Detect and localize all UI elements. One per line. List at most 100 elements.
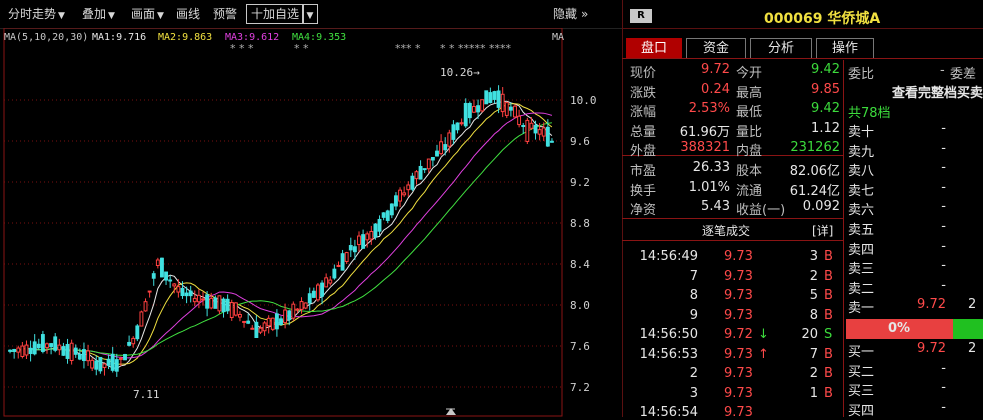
add-watchlist-button[interactable]: 十加自选 — [246, 4, 305, 24]
tick-price: 9.73 — [724, 385, 753, 401]
timeline-button[interactable]: 分时走势 ▼ — [8, 5, 65, 23]
bid-level-label: 买二 — [848, 364, 875, 380]
quote-label: 流通 — [736, 183, 763, 199]
candle — [402, 186, 407, 197]
ratio-percent: 0% — [888, 321, 911, 336]
candle — [357, 231, 361, 253]
bid-price: - — [941, 360, 946, 376]
quote-label: 最高 — [736, 85, 763, 101]
candle-body — [106, 358, 111, 366]
candle-body — [402, 192, 407, 196]
bid-price: 9.72 — [917, 341, 946, 356]
candle — [348, 237, 353, 258]
bid-price: - — [941, 399, 946, 415]
quote-panel: R 000069 华侨城A 盘口 资金 分析 操作 现价 9.72 今开 9.42 涨跌… — [622, 0, 983, 420]
candle-body — [398, 189, 402, 202]
candle-body — [287, 310, 292, 320]
candle-body — [102, 363, 107, 368]
ma-toggle[interactable]: MA — [552, 32, 564, 43]
candle — [381, 212, 386, 221]
kline-chart[interactable]: 10.0 9.6 9.2 8.8 8.4 8.0 7.6 7.2 MA(5,10,20,30)… — [0, 28, 622, 417]
candle — [279, 316, 283, 326]
quote-value: 61.24亿 — [789, 183, 840, 199]
full-depth-link[interactable]: 查看完整档买卖 — [892, 82, 983, 101]
candle — [426, 158, 431, 173]
event-marker[interactable]: * * ***** **** — [440, 42, 511, 55]
tick-side: B — [824, 366, 833, 381]
tab-funds[interactable]: 资金 — [686, 38, 746, 58]
bid-volume: 2 — [968, 341, 977, 356]
tab-orderbook[interactable]: 盘口 — [626, 38, 682, 58]
tab-operate[interactable]: 操作 — [816, 38, 874, 58]
double-chevron-right-icon: » — [581, 7, 589, 21]
candle — [61, 342, 66, 357]
candle — [53, 333, 58, 353]
candle-body — [418, 165, 423, 180]
candle — [291, 301, 296, 321]
candle — [472, 99, 476, 113]
candle — [24, 340, 29, 359]
candle — [135, 324, 140, 342]
tab-analysis[interactable]: 分析 — [750, 38, 812, 58]
ratio-bar-buy — [953, 319, 983, 339]
bid-level-label: 买四 — [848, 403, 875, 419]
event-marker[interactable]: *** * — [395, 42, 421, 55]
candles — [8, 85, 554, 377]
candle — [246, 313, 251, 325]
overlay-button[interactable]: 叠加 ▼ — [82, 5, 115, 23]
quote-label: 股本 — [736, 164, 763, 179]
candle — [221, 297, 226, 318]
candle-body — [201, 298, 205, 301]
ticks-detail-link[interactable]: [详] — [812, 222, 833, 239]
quote-label: 量比 — [736, 124, 763, 140]
candle — [500, 87, 505, 118]
candle-body — [467, 102, 472, 119]
candle — [533, 120, 538, 140]
candle — [205, 291, 210, 317]
candle-body — [213, 297, 218, 309]
candle-body — [205, 294, 210, 309]
candle-body — [336, 264, 341, 267]
hide-button[interactable]: 隐藏» — [553, 5, 588, 23]
candle-body — [155, 259, 160, 266]
quote-label: 今开 — [736, 66, 763, 81]
y-tick-label: 9.6 — [570, 135, 590, 148]
candle-body — [274, 313, 279, 330]
candle — [69, 339, 74, 365]
candle-body — [525, 119, 530, 142]
event-marker[interactable]: * * * — [230, 42, 254, 55]
tick-time: 14:56:50 — [639, 327, 698, 342]
bid-level-label: 买三 — [848, 384, 875, 399]
candle-body — [94, 360, 99, 370]
chart-toolbar: 分时走势 ▼ 叠加 ▼ 画面 ▼ 画线 预警 十加自选 ▼ 隐藏» — [0, 0, 622, 29]
y-axis-labels: 10.0 9.6 9.2 8.8 8.4 8.0 7.6 7.2 — [570, 94, 597, 394]
tick-price: 9.72 — [724, 327, 753, 342]
chart-scroll-marker[interactable] — [446, 408, 456, 415]
candle-body — [233, 302, 238, 316]
candle-body — [164, 271, 168, 281]
event-marker[interactable]: * * — [294, 42, 309, 55]
candle — [394, 192, 398, 211]
candle — [389, 203, 394, 219]
alert-button[interactable]: 预警 — [213, 5, 237, 23]
candle — [65, 338, 70, 364]
view-button[interactable]: 画面 ▼ — [131, 5, 164, 23]
candle-body — [28, 347, 33, 355]
candle-body — [381, 212, 386, 218]
tick-time: 9 — [689, 307, 698, 323]
tick-time: 8 — [689, 288, 698, 303]
add-watchlist-dropdown[interactable]: ▼ — [302, 4, 318, 24]
ask-price: - — [941, 277, 946, 293]
candle — [316, 282, 320, 302]
ask-level-label: 卖六 — [848, 203, 875, 219]
ask-price: - — [941, 121, 946, 136]
candle-body — [69, 342, 74, 362]
candle — [336, 261, 341, 268]
quote-value: 82.06亿 — [789, 164, 840, 179]
candle — [525, 117, 530, 145]
ask-level-label: 卖二 — [848, 281, 875, 297]
candle-body — [262, 322, 267, 332]
y-tick-label: 7.2 — [570, 381, 590, 394]
candle — [250, 325, 255, 330]
draw-line-button[interactable]: 画线 — [176, 5, 200, 23]
